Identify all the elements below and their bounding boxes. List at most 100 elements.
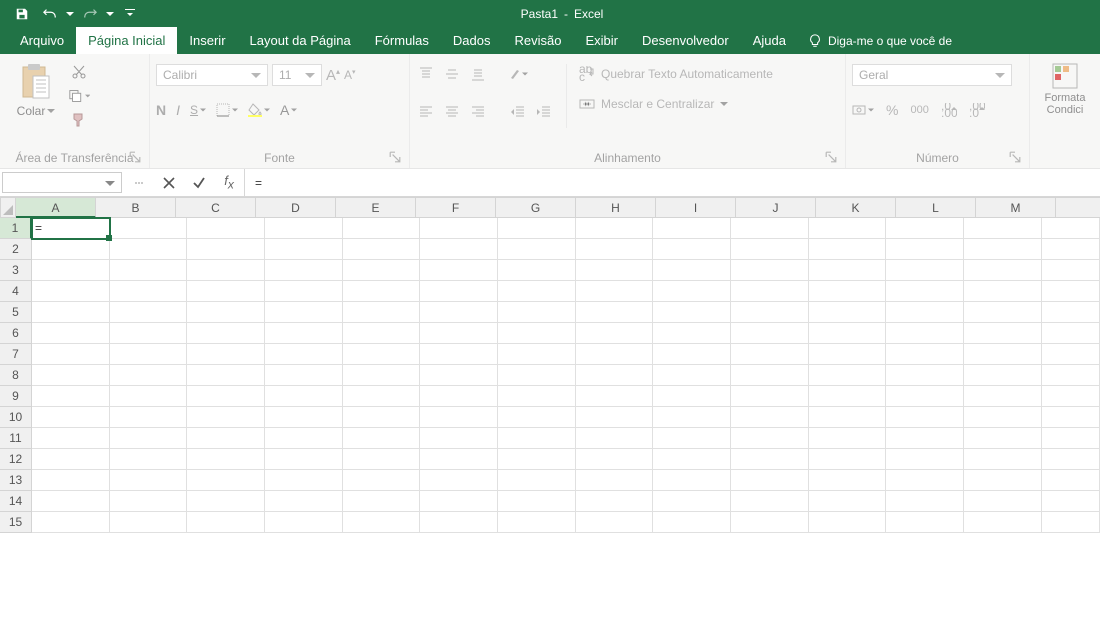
cell[interactable] — [420, 491, 498, 512]
cell[interactable] — [731, 470, 809, 491]
cell[interactable] — [32, 260, 110, 281]
cell[interactable] — [809, 344, 887, 365]
cell[interactable] — [265, 302, 343, 323]
row-header[interactable]: 15 — [0, 512, 32, 533]
cell[interactable] — [265, 386, 343, 407]
cell[interactable] — [1042, 428, 1100, 449]
cell[interactable] — [576, 323, 654, 344]
cell[interactable] — [731, 260, 809, 281]
tab-arquivo[interactable]: Arquivo — [8, 27, 76, 54]
dialog-launcher-icon[interactable] — [129, 151, 141, 163]
tab-layout[interactable]: Layout da Página — [238, 27, 363, 54]
cell[interactable] — [886, 260, 964, 281]
column-header[interactable]: G — [496, 197, 576, 218]
cell[interactable] — [576, 239, 654, 260]
cell[interactable] — [576, 512, 654, 533]
dialog-launcher-icon[interactable] — [825, 151, 837, 163]
cell[interactable] — [420, 302, 498, 323]
fill-color-button[interactable] — [248, 103, 270, 117]
column-header[interactable]: J — [736, 197, 816, 218]
wrap-text-button[interactable]: abc Quebrar Texto Automaticamente — [579, 66, 773, 82]
cell[interactable] — [498, 344, 576, 365]
bold-button[interactable]: N — [156, 102, 166, 118]
tab-ajuda[interactable]: Ajuda — [741, 27, 798, 54]
tab-pagina-inicial[interactable]: Página Inicial — [76, 27, 177, 54]
cell[interactable] — [498, 428, 576, 449]
conditional-formatting-button[interactable]: Formata Condici — [1041, 62, 1089, 116]
cell[interactable] — [498, 239, 576, 260]
cell[interactable] — [964, 323, 1042, 344]
cell[interactable] — [964, 512, 1042, 533]
align-top-button[interactable] — [416, 64, 436, 84]
merge-center-button[interactable]: Mesclar e Centralizar — [579, 96, 773, 112]
cell[interactable] — [498, 218, 576, 239]
cell[interactable] — [1042, 512, 1100, 533]
copy-button[interactable] — [68, 86, 90, 106]
cell[interactable] — [886, 428, 964, 449]
align-center-button[interactable] — [442, 102, 462, 122]
column-header[interactable]: B — [96, 197, 176, 218]
cell[interactable] — [576, 407, 654, 428]
cell[interactable] — [343, 260, 421, 281]
cell[interactable] — [420, 260, 498, 281]
cell[interactable] — [420, 428, 498, 449]
cell[interactable] — [32, 407, 110, 428]
cell[interactable] — [731, 512, 809, 533]
cell[interactable] — [420, 512, 498, 533]
tab-inserir[interactable]: Inserir — [177, 27, 237, 54]
italic-button[interactable]: I — [176, 102, 180, 118]
cell[interactable] — [498, 491, 576, 512]
decrease-font-button[interactable]: A▾ — [344, 68, 356, 82]
row-header[interactable]: 4 — [0, 281, 32, 302]
cell[interactable] — [576, 386, 654, 407]
cell[interactable] — [498, 281, 576, 302]
cell[interactable] — [886, 281, 964, 302]
cell[interactable] — [653, 512, 731, 533]
column-header[interactable]: L — [896, 197, 976, 218]
redo-button[interactable] — [76, 0, 104, 27]
enter-button[interactable] — [184, 169, 214, 197]
cell[interactable] — [420, 344, 498, 365]
cell[interactable] — [1042, 281, 1100, 302]
cell[interactable] — [731, 428, 809, 449]
cell[interactable] — [964, 449, 1042, 470]
cell[interactable] — [32, 281, 110, 302]
cell[interactable] — [498, 512, 576, 533]
cell[interactable] — [187, 260, 265, 281]
column-header[interactable]: F — [416, 197, 496, 218]
cell[interactable] — [265, 470, 343, 491]
cell[interactable] — [110, 323, 188, 344]
cell[interactable] — [343, 344, 421, 365]
cell[interactable] — [964, 281, 1042, 302]
cell[interactable] — [809, 239, 887, 260]
cell[interactable] — [576, 470, 654, 491]
cell[interactable] — [187, 365, 265, 386]
paste-button[interactable]: Colar — [12, 62, 60, 118]
cell[interactable] — [964, 218, 1042, 239]
column-header[interactable] — [1056, 197, 1100, 218]
cell[interactable] — [265, 260, 343, 281]
underline-button[interactable]: S — [190, 103, 206, 117]
cell[interactable] — [653, 449, 731, 470]
cell[interactable] — [653, 218, 731, 239]
cell[interactable] — [265, 449, 343, 470]
cell[interactable] — [32, 386, 110, 407]
cell[interactable] — [653, 365, 731, 386]
font-color-button[interactable]: A — [280, 102, 297, 118]
cell[interactable] — [653, 491, 731, 512]
cell[interactable] — [265, 365, 343, 386]
align-middle-button[interactable] — [442, 64, 462, 84]
cell[interactable] — [265, 428, 343, 449]
cell[interactable] — [110, 218, 188, 239]
row-header[interactable]: 3 — [0, 260, 32, 281]
cell[interactable] — [32, 470, 110, 491]
cell[interactable] — [110, 365, 188, 386]
align-bottom-button[interactable] — [468, 64, 488, 84]
cell[interactable] — [32, 365, 110, 386]
cell[interactable] — [498, 407, 576, 428]
cell[interactable] — [809, 386, 887, 407]
cell[interactable] — [653, 428, 731, 449]
insert-function-button[interactable]: fx — [214, 169, 244, 197]
cell[interactable] — [420, 386, 498, 407]
cell[interactable] — [265, 512, 343, 533]
